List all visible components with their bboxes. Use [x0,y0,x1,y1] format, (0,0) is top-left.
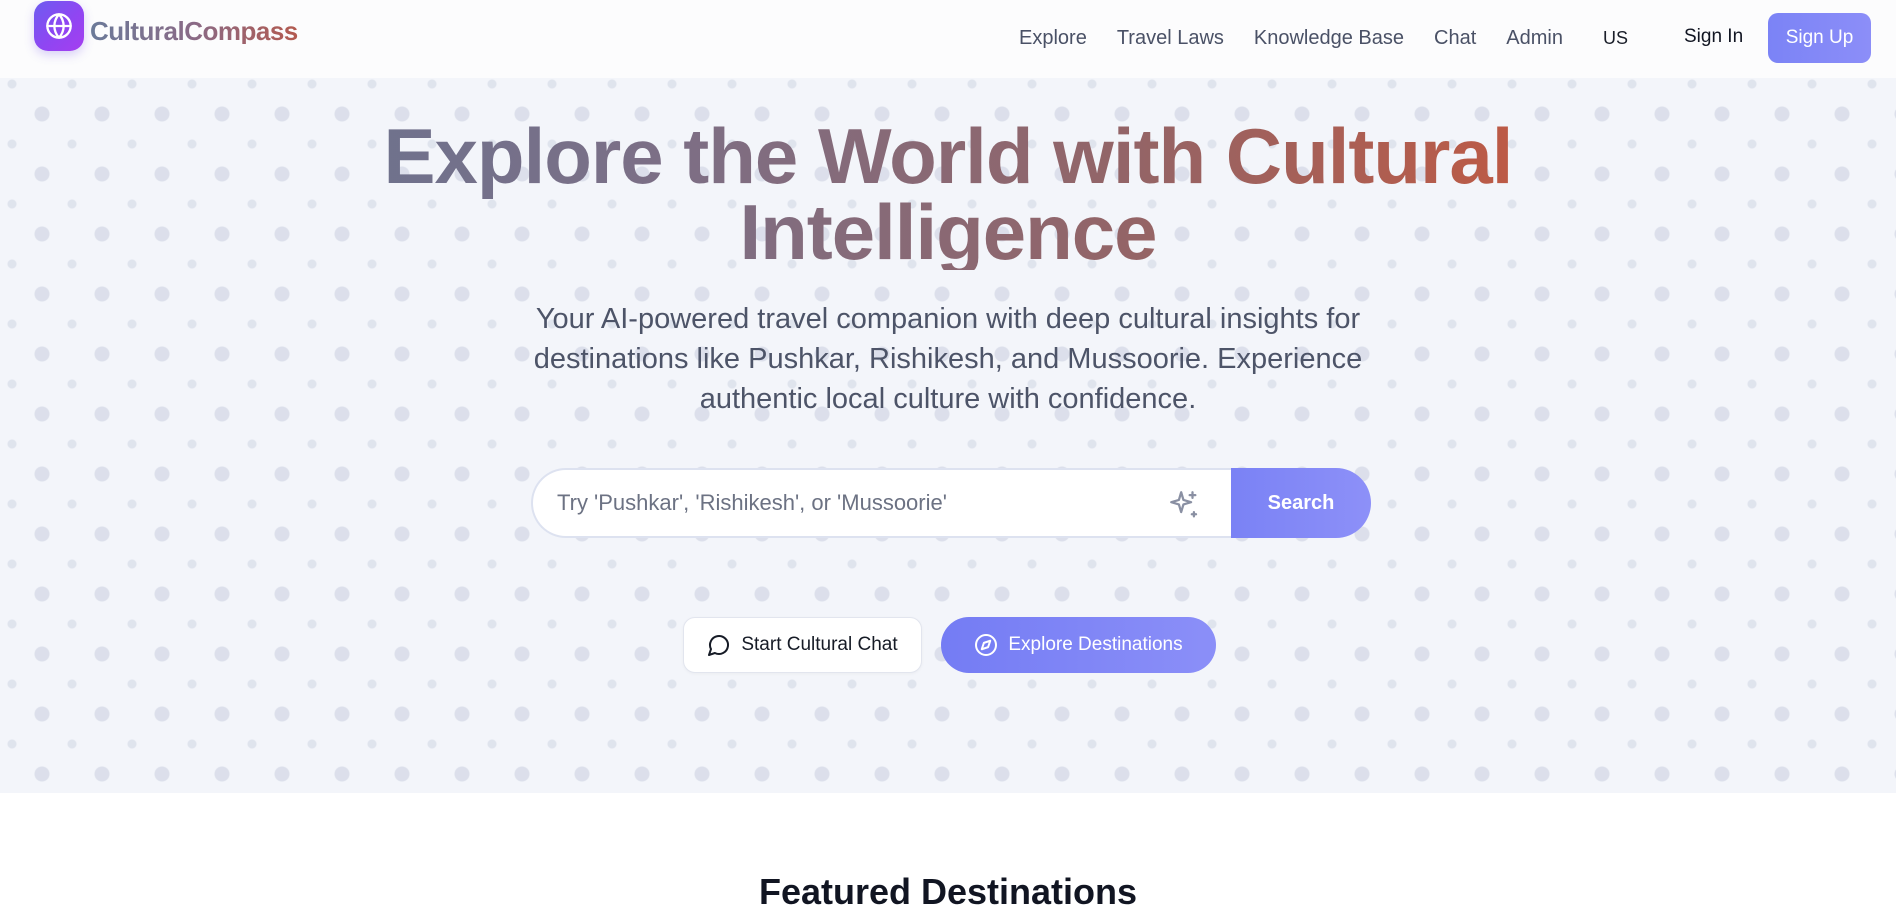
start-cultural-chat-button[interactable]: Start Cultural Chat [683,617,922,673]
brand-logo-link[interactable]: CulturalCompass [34,1,298,51]
search-bar: Search [531,468,1371,538]
search-button[interactable]: Search [1231,468,1371,538]
nav-link-travel-laws[interactable]: Travel Laws [1117,24,1224,52]
sign-in-link[interactable]: Sign In [1684,26,1743,48]
search-field [531,468,1231,538]
nav-link-chat[interactable]: Chat [1434,24,1476,52]
explore-destinations-label: Explore Destinations [1008,634,1183,655]
logo-badge [34,1,84,51]
nav-link-knowledge-base[interactable]: Knowledge Base [1254,24,1404,52]
message-circle-icon [708,635,730,656]
sign-up-button[interactable]: Sign Up [1768,13,1871,63]
hero-section: Explore the World with Cultural Intellig… [0,78,1896,793]
search-input[interactable] [557,490,1117,516]
nav-link-admin[interactable]: Admin [1506,24,1563,52]
start-cultural-chat-label: Start Cultural Chat [741,634,898,655]
hero-title: Explore the World with Cultural Intellig… [0,118,1896,270]
hero-title-line1: Explore the World with Cultural [383,112,1513,200]
hero-title-line2: Intelligence [739,188,1157,276]
main-nav: Explore Travel Laws Knowledge Base Chat … [1019,24,1593,52]
featured-destinations-heading: Featured Destinations [758,871,1138,912]
compass-icon [975,634,998,656]
nav-link-explore[interactable]: Explore [1019,24,1087,52]
language-selector[interactable]: US [1603,28,1628,49]
sparkles-icon[interactable] [1167,488,1201,522]
navbar: CulturalCompass Explore Travel Laws Know… [0,0,1896,78]
brand-name: CulturalCompass [90,8,298,44]
hero-subtitle: Your AI-powered travel companion with de… [533,303,1363,415]
globe-icon [46,13,72,39]
explore-destinations-button[interactable]: Explore Destinations [941,617,1216,673]
